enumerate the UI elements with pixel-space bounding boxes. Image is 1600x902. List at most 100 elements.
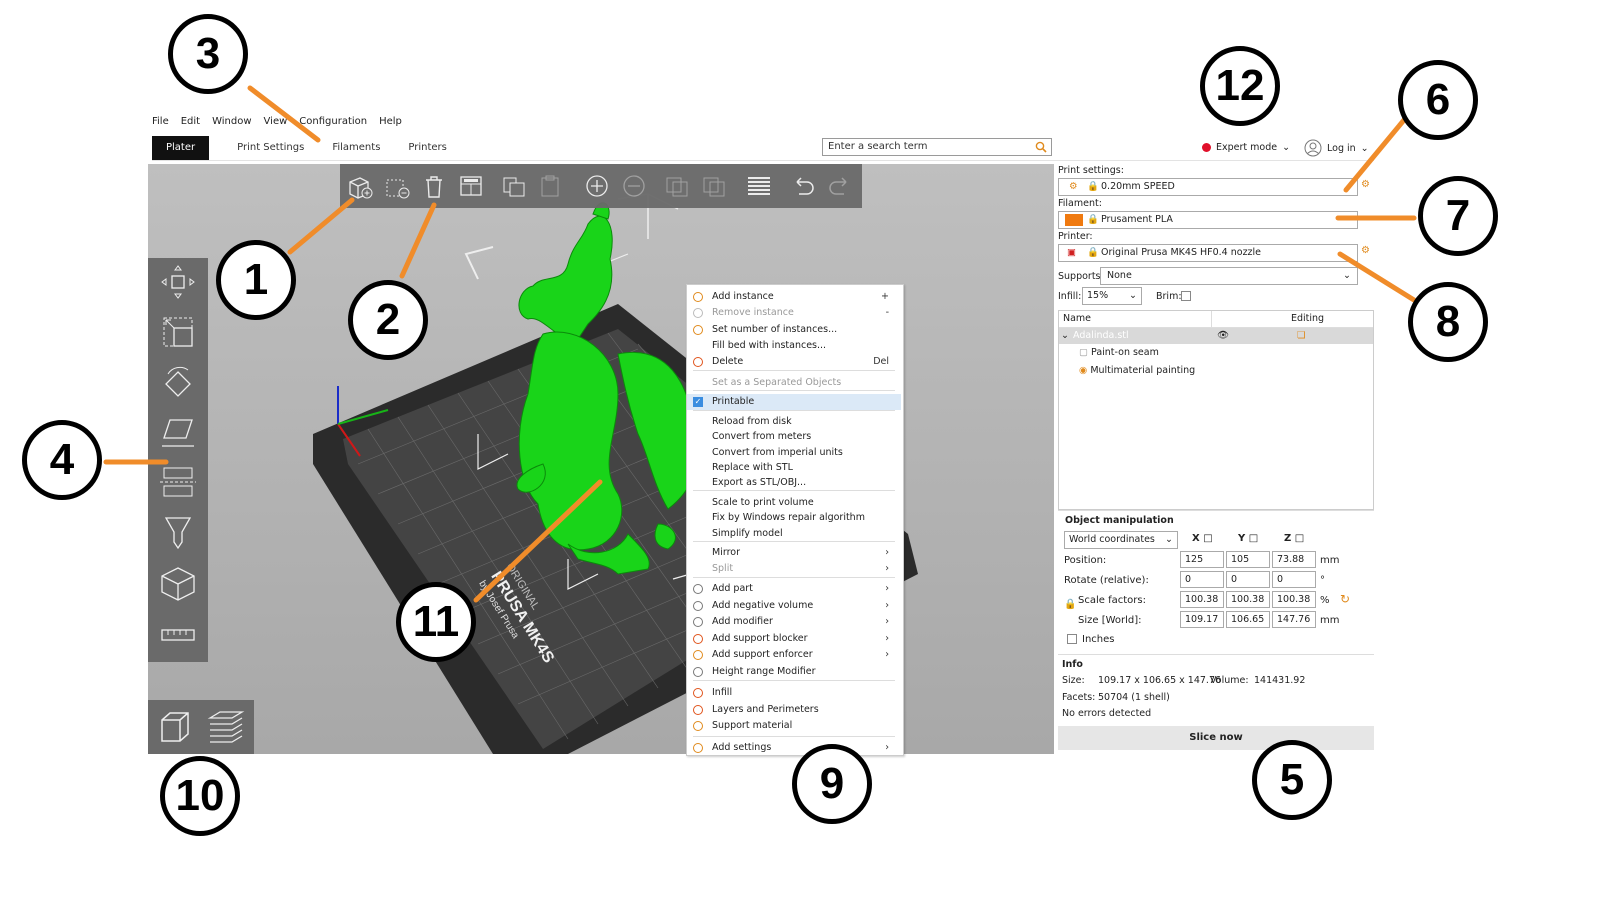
menu-edit[interactable]: Edit [181, 116, 200, 127]
tab-plater[interactable]: Plater [152, 136, 210, 160]
brim-checkbox[interactable] [1181, 291, 1191, 301]
context-menu-item[interactable]: Mirror › [687, 545, 901, 561]
add-object-icon[interactable] [346, 172, 374, 200]
position-y-field[interactable]: 105 [1226, 551, 1270, 568]
rotate-z-field[interactable]: 0 [1272, 571, 1316, 588]
add-instance-icon[interactable] [583, 172, 611, 200]
context-menu-item[interactable]: Support material [687, 718, 901, 734]
lock-icon: 🔒 [1087, 214, 1099, 225]
filament-combo[interactable]: 🔒 Prusament PLA [1058, 211, 1358, 229]
context-menu-item[interactable]: Infill [687, 685, 901, 701]
scale-x-field[interactable]: 100.38 [1180, 591, 1224, 608]
context-menu-item[interactable]: Add part › [687, 581, 901, 597]
print-settings-edit-icon[interactable]: ⚙ [1361, 179, 1370, 190]
paste-icon[interactable] [537, 172, 565, 200]
context-menu-item[interactable]: Height range Modifier [687, 664, 901, 680]
tab-filaments[interactable]: Filaments [318, 136, 394, 160]
3d-view-icon[interactable] [156, 708, 194, 746]
context-menu-item[interactable]: Add negative volume › [687, 598, 901, 614]
rotate-y-field[interactable]: 0 [1226, 571, 1270, 588]
expand-icon[interactable]: ⌄ [1061, 328, 1069, 344]
size-y-field[interactable]: 106.65 [1226, 611, 1270, 628]
context-menu-item[interactable]: Remove instance - [687, 305, 901, 321]
scale-z-field[interactable]: 100.38 [1272, 591, 1316, 608]
mode-selector[interactable]: Expert mode ⌄ [1202, 142, 1290, 153]
context-menu-item[interactable]: Convert from imperial units [687, 445, 901, 461]
split-objects-icon[interactable] [663, 172, 691, 200]
menu-separator [693, 680, 895, 681]
login-button[interactable]: Log in ⌄ [1304, 139, 1369, 157]
size-z-field[interactable]: 147.76 [1272, 611, 1316, 628]
reset-scale-icon[interactable]: ↻ [1340, 592, 1350, 606]
support-painting-icon[interactable] [158, 512, 198, 552]
measure-icon[interactable] [158, 616, 198, 656]
list-item[interactable]: ▢ Paint-on seam [1079, 347, 1159, 358]
print-settings-combo[interactable]: ⚙ 🔒 0.20mm SPEED ⌄ [1058, 178, 1358, 196]
cut-icon[interactable] [158, 462, 198, 502]
context-menu-item[interactable]: Set number of instances... [687, 322, 901, 338]
preview-icon[interactable] [206, 708, 246, 746]
menu-view[interactable]: View [264, 116, 288, 127]
eye-icon[interactable]: 👁 [1217, 328, 1229, 344]
context-menu-item[interactable]: Split › [687, 561, 901, 577]
context-menu-item[interactable]: Add settings › [687, 740, 901, 756]
context-menu-label: Set number of instances... [712, 324, 838, 335]
lock-icon[interactable]: 🔒 [1064, 599, 1076, 610]
context-menu-item[interactable]: Layers and Perimeters [687, 702, 901, 718]
list-item[interactable]: ◉ Multimaterial painting [1079, 365, 1195, 376]
menu-file[interactable]: File [152, 116, 169, 127]
split-parts-icon[interactable] [700, 172, 728, 200]
tab-printers[interactable]: Printers [394, 136, 460, 160]
arrange-icon[interactable] [457, 172, 485, 200]
context-menu-item[interactable]: Simplify model [687, 526, 901, 542]
context-menu-item[interactable]: Set as a Separated Objects [687, 375, 901, 391]
undo-icon[interactable] [789, 172, 817, 200]
context-menu-item[interactable]: ✓ Printable [687, 394, 901, 410]
context-menu-item[interactable]: Add instance + [687, 289, 901, 305]
delete-object-icon[interactable] [383, 172, 411, 200]
coordinates-select[interactable]: World coordinates ⌄ [1064, 531, 1178, 549]
redo-icon[interactable] [826, 172, 854, 200]
move-icon[interactable] [158, 262, 198, 302]
search-input[interactable]: Enter a search term [822, 138, 1052, 156]
context-menu-item[interactable]: Add support blocker › [687, 631, 901, 647]
context-menu-item[interactable]: Scale to print volume [687, 495, 901, 511]
position-z-field[interactable]: 73.88 [1272, 551, 1316, 568]
edit-icon[interactable]: ❏ [1297, 328, 1306, 344]
printer-edit-icon[interactable]: ⚙ [1361, 245, 1370, 256]
inches-checkbox[interactable] [1067, 634, 1077, 644]
menu-help[interactable]: Help [379, 116, 402, 127]
layers-editing-icon[interactable] [745, 172, 773, 200]
infill-select[interactable]: 15% ⌄ [1082, 287, 1142, 305]
context-menu-item[interactable]: Delete Del [687, 354, 901, 370]
search-icon[interactable] [1035, 141, 1047, 153]
context-menu-item[interactable]: Convert from meters [687, 429, 901, 445]
delete-all-icon[interactable] [420, 172, 448, 200]
menu-window[interactable]: Window [212, 116, 251, 127]
rotate-icon[interactable] [158, 362, 198, 402]
rotate-x-field[interactable]: 0 [1180, 571, 1224, 588]
context-menu-item[interactable]: Add modifier › [687, 614, 901, 630]
tab-print-settings[interactable]: Print Settings [223, 136, 318, 160]
menu-configuration[interactable]: Configuration [299, 116, 367, 127]
object-row[interactable]: ⌄ Adalinda.stl 👁 ❏ [1059, 328, 1373, 344]
context-menu-item[interactable]: Fill bed with instances... [687, 338, 901, 354]
slice-now-button[interactable]: Slice now [1058, 726, 1374, 750]
submenu-arrow-icon: › [885, 633, 889, 644]
scale-y-field[interactable]: 100.38 [1226, 591, 1270, 608]
size-x-field[interactable]: 109.17 [1180, 611, 1224, 628]
place-on-face-icon[interactable] [158, 412, 198, 452]
context-menu-item[interactable]: Export as STL/OBJ... [687, 475, 901, 491]
context-menu-item[interactable]: Replace with STL [687, 460, 901, 476]
supports-select[interactable]: None ⌄ [1100, 267, 1358, 285]
printer-combo[interactable]: ▣ 🔒 Original Prusa MK4S HF0.4 nozzle [1058, 244, 1358, 262]
context-menu-item[interactable]: Fix by Windows repair algorithm [687, 510, 901, 526]
context-menu-item[interactable]: Add support enforcer › [687, 647, 901, 663]
context-menu-item[interactable]: Reload from disk [687, 414, 901, 430]
seam-painting-icon[interactable] [158, 564, 198, 604]
remove-instance-icon[interactable] [620, 172, 648, 200]
position-x-field[interactable]: 125 [1180, 551, 1224, 568]
scale-icon[interactable] [158, 312, 198, 352]
context-menu-label: Add negative volume [712, 600, 814, 611]
copy-icon[interactable] [500, 172, 528, 200]
